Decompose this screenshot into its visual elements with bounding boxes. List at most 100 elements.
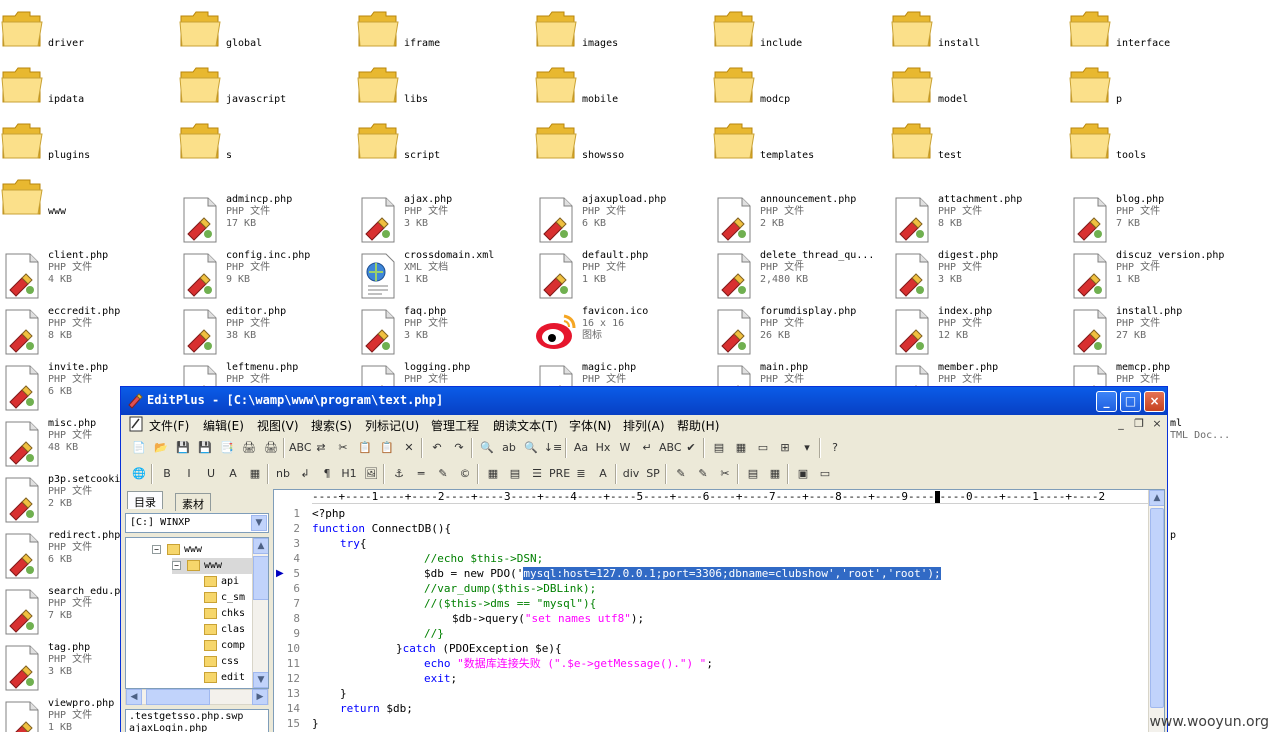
toolbar-button-icon[interactable]: 💾 <box>173 438 193 458</box>
toolbar-button-icon[interactable]: ↶ <box>427 438 447 458</box>
toolbar-button-icon[interactable]: ⚓ <box>389 464 409 484</box>
toolbar-button-icon[interactable]: ↷ <box>449 438 469 458</box>
toolbar-button-icon[interactable]: ☰ <box>527 464 547 484</box>
folder-item[interactable]: ipdata <box>0 58 178 114</box>
tree-node[interactable]: c_sm <box>204 590 245 606</box>
folder-item[interactable]: script <box>356 114 534 170</box>
toolbar-button-icon[interactable]: ⊞ <box>775 438 795 458</box>
toolbar-button-icon[interactable]: ✔ <box>681 438 701 458</box>
mdi-close-button[interactable]: × <box>1149 416 1165 432</box>
file-item[interactable]: announcement.php PHP 文件 2 KB <box>712 194 890 250</box>
close-button[interactable]: × <box>1144 391 1165 412</box>
menu-column[interactable]: 列标记(U) <box>365 417 419 434</box>
folder-item[interactable]: iframe <box>356 2 534 58</box>
folder-item[interactable]: javascript <box>178 58 356 114</box>
maximize-button[interactable]: □ <box>1120 391 1141 412</box>
toolbar-button-icon[interactable]: ⇄ <box>311 438 331 458</box>
toolbar-button-icon[interactable]: H1 <box>339 464 359 484</box>
folder-item[interactable]: model <box>890 58 1068 114</box>
folder-item[interactable]: www <box>0 170 178 226</box>
toolbar-button-icon[interactable]: I <box>179 464 199 484</box>
toolbar-button-icon[interactable]: ↓≡ <box>543 438 563 458</box>
menu-help[interactable]: 帮助(H) <box>677 417 719 434</box>
folder-item[interactable]: global <box>178 2 356 58</box>
editor-vertical-scrollbar[interactable]: ▲ <box>1148 490 1164 732</box>
file-item[interactable]: editor.php PHP 文件 38 KB <box>178 306 356 362</box>
toolbar-button-icon[interactable]: ▣ <box>793 464 813 484</box>
toolbar-button-icon[interactable]: nb <box>273 464 293 484</box>
collapse-icon[interactable]: − <box>172 560 181 570</box>
file-item[interactable]: default.php PHP 文件 1 KB <box>534 250 712 306</box>
toolbar-button-icon[interactable]: 🖨 <box>261 438 281 458</box>
folder-item[interactable]: tools <box>1068 114 1246 170</box>
menu-project[interactable]: 管理工程 <box>431 417 479 434</box>
tree-node[interactable]: edit <box>204 670 245 686</box>
menu-file[interactable]: 文件(F) <box>149 417 189 434</box>
toolbar-button-icon[interactable]: 🔍 <box>477 438 497 458</box>
tree-node[interactable]: comp <box>204 638 245 654</box>
file-item[interactable]: discuz_version.php PHP 文件 1 KB <box>1068 250 1246 306</box>
folder-item[interactable]: s <box>178 114 356 170</box>
folder-item[interactable]: plugins <box>0 114 178 170</box>
folder-item[interactable]: images <box>534 2 712 58</box>
toolbar-button-icon[interactable]: 📂 <box>151 438 171 458</box>
file-item[interactable]: client.php PHP 文件 4 KB <box>0 250 178 306</box>
code-editor[interactable]: ----+----1----+----2----+----3----+----4… <box>273 489 1165 732</box>
toolbar-button-icon[interactable]: 🖨 <box>239 438 259 458</box>
toolbar-button-icon[interactable]: 💾 <box>195 438 215 458</box>
toolbar-button-icon[interactable]: ▤ <box>709 438 729 458</box>
toolbar-button-icon[interactable]: ▤ <box>505 464 525 484</box>
scroll-thumb-h[interactable] <box>146 689 210 705</box>
tab-material[interactable]: 素材 <box>175 493 211 511</box>
collapse-icon[interactable]: − <box>152 544 161 554</box>
toolbar-button-icon[interactable]: ▦ <box>765 464 785 484</box>
toolbar-button-icon[interactable]: ▦ <box>731 438 751 458</box>
toolbar-button-icon[interactable]: ↵ <box>637 438 657 458</box>
toolbar-button-icon[interactable]: A <box>223 464 243 484</box>
menu-view[interactable]: 视图(V) <box>257 417 299 434</box>
menu-edit[interactable]: 编辑(E) <box>203 417 244 434</box>
folder-item[interactable]: install <box>890 2 1068 58</box>
toolbar-button-icon[interactable]: 🌐 <box>129 464 149 484</box>
file-item[interactable]: digest.php PHP 文件 3 KB <box>890 250 1068 306</box>
menu-speech[interactable]: 朗读文本(T) <box>493 417 558 434</box>
scroll-up-icon[interactable]: ▲ <box>1149 490 1164 506</box>
editor-scroll-thumb[interactable] <box>1150 508 1164 708</box>
toolbar-button-icon[interactable]: ✎ <box>433 464 453 484</box>
folder-item[interactable]: templates <box>712 114 890 170</box>
folder-item[interactable]: showsso <box>534 114 712 170</box>
scroll-down-icon[interactable]: ▼ <box>253 672 268 688</box>
toolbar-button-icon[interactable]: ✎ <box>671 464 691 484</box>
toolbar-button-icon[interactable]: ✎ <box>693 464 713 484</box>
toolbar-button-icon[interactable]: ? <box>825 438 845 458</box>
file-list-item[interactable]: .testgetsso.php.swp <box>129 711 265 723</box>
toolbar-button-icon[interactable]: ab <box>499 438 519 458</box>
folder-item[interactable]: p <box>1068 58 1246 114</box>
toolbar-button-icon[interactable]: ═ <box>411 464 431 484</box>
file-item[interactable]: ml TML Doc... <box>1170 418 1270 474</box>
tree-node[interactable]: − www <box>152 542 202 558</box>
toolbar-button-icon[interactable]: div <box>621 464 641 484</box>
file-item[interactable]: favicon.ico 16 x 16 图标 <box>534 306 712 362</box>
tree-vertical-scrollbar[interactable]: ▲ ▼ <box>252 538 268 688</box>
scroll-thumb[interactable] <box>253 556 268 600</box>
file-list-item[interactable]: ajaxLogin.php <box>129 723 265 732</box>
toolbar-button-icon[interactable]: ≣ <box>571 464 591 484</box>
menu-search[interactable]: 搜索(S) <box>311 417 352 434</box>
toolbar-button-icon[interactable]: B <box>157 464 177 484</box>
file-item[interactable]: blog.php PHP 文件 7 KB <box>1068 194 1246 250</box>
tree-node[interactable]: − www <box>172 558 253 574</box>
file-item[interactable]: delete_thread_qu... PHP 文件 2,480 KB <box>712 250 890 306</box>
tree-node[interactable]: css <box>204 654 239 670</box>
scroll-left-icon[interactable]: ◀ <box>126 689 142 705</box>
toolbar-button-icon[interactable]: 🔍 <box>521 438 541 458</box>
toolbar-button-icon[interactable]: A <box>593 464 613 484</box>
toolbar-button-icon[interactable]: ✂ <box>333 438 353 458</box>
toolbar-button-icon[interactable]: ▾ <box>797 438 817 458</box>
menu-arrange[interactable]: 排列(A) <box>623 417 665 434</box>
folder-item[interactable]: libs <box>356 58 534 114</box>
toolbar-button-icon[interactable]: ¶ <box>317 464 337 484</box>
toolbar-button-icon[interactable]: ▭ <box>815 464 835 484</box>
mdi-minimize-button[interactable]: _ <box>1113 416 1129 432</box>
toolbar-button-icon[interactable]: ▦ <box>483 464 503 484</box>
